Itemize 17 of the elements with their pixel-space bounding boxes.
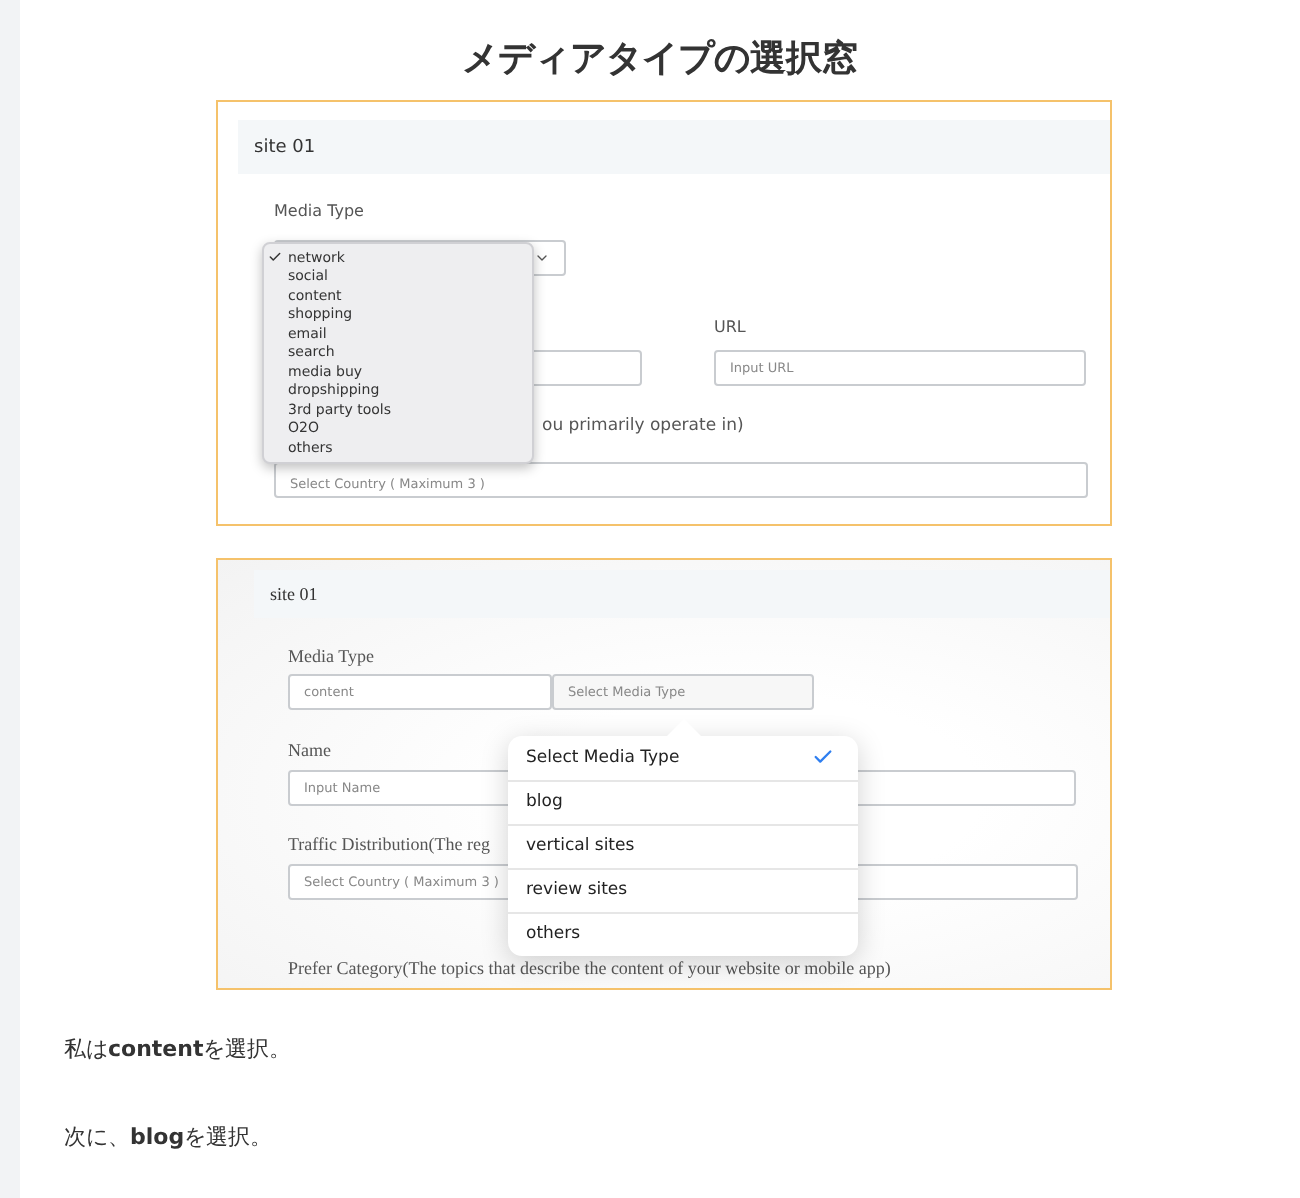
menu-item[interactable]: review sites [508,867,858,912]
menu-item[interactable]: others [508,911,858,956]
field-label: URL [714,316,746,340]
site-title-bar: site 01 [238,120,1110,174]
paragraph: 次に、blogを選択。 [64,1122,273,1154]
menu-item[interactable]: blog [508,779,858,824]
field-label: ou primarily operate in) [542,416,744,436]
field-label: Traffic Distribution(The reg [288,831,490,856]
menu-item[interactable]: vertical sites [508,823,858,868]
field-label: Media Type [274,200,364,224]
field-label: Name [288,737,331,762]
field-label: Media Type [288,643,374,668]
field-label: Prefer Category(The topics that describe the content of your website or mobile app) [288,955,891,980]
site-title-bar: site 01 [254,569,1110,618]
paragraph: 私はcontentを選択。 [64,1034,292,1066]
menu-item[interactable]: Select Media Type [508,735,858,780]
page-heading: メディアタイプの選択窓 [462,36,858,84]
